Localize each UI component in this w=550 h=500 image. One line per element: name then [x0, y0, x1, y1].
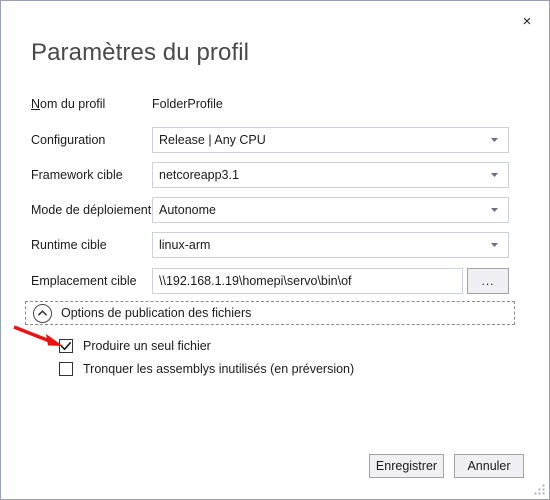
profile-settings-dialog: × Paramètres du profil Nom du profil Fol…: [0, 0, 550, 500]
checkbox-box: [59, 362, 73, 376]
file-publish-options-label: Options de publication des fichiers: [61, 306, 252, 320]
deployment-mode-row: Mode de déploiement Autonome: [31, 197, 509, 223]
profile-name-label-rest: om du profil: [40, 97, 106, 111]
deployment-mode-dropdown[interactable]: Autonome: [152, 197, 509, 223]
checkbox-trim-assemblies-label: Tronquer les assemblys inutilisés (en pr…: [83, 362, 355, 376]
framework-value: netcoreapp3.1: [159, 168, 239, 182]
resize-grip[interactable]: [533, 483, 546, 496]
chevron-down-icon: [485, 208, 503, 212]
deployment-mode-value: Autonome: [159, 203, 216, 217]
checkbox-box: [59, 339, 73, 353]
framework-dropdown[interactable]: netcoreapp3.1: [152, 162, 509, 188]
checkbox-single-file-label: Produire un seul fichier: [83, 339, 211, 353]
cancel-button[interactable]: Annuler: [454, 454, 524, 478]
checkbox-trim-assemblies[interactable]: Tronquer les assemblys inutilisés (en pr…: [59, 361, 354, 377]
chevron-down-icon: [485, 243, 503, 247]
target-location-input[interactable]: \\192.168.1.19\homepi\servo\bin\of: [152, 268, 463, 294]
target-location-value: \\192.168.1.19\homepi\servo\bin\of: [159, 274, 352, 288]
chevron-down-icon: [485, 138, 503, 142]
close-icon[interactable]: ×: [512, 8, 542, 34]
framework-row: Framework cible netcoreapp3.1: [31, 162, 509, 188]
configuration-row: Configuration Release | Any CPU: [31, 127, 509, 153]
profile-name-accesskey: N: [31, 97, 41, 111]
file-publish-options-expander[interactable]: Options de publication des fichiers: [25, 301, 515, 325]
chevron-up-circle-icon: [33, 303, 52, 323]
configuration-dropdown[interactable]: Release | Any CPU: [152, 127, 509, 153]
target-location-row: Emplacement cible \\192.168.1.19\homepi\…: [31, 268, 509, 294]
target-location-label: Emplacement cible: [31, 274, 137, 288]
framework-label: Framework cible: [31, 168, 123, 182]
chevron-down-icon: [485, 173, 503, 177]
profile-name-label: Nom du profil: [31, 97, 152, 111]
runtime-label: Runtime cible: [31, 238, 107, 252]
deployment-mode-label: Mode de déploiement: [31, 203, 152, 217]
runtime-row: Runtime cible linux-arm: [31, 232, 509, 258]
browse-button[interactable]: ...: [467, 268, 509, 294]
checkbox-single-file[interactable]: Produire un seul fichier: [59, 338, 211, 354]
runtime-value: linux-arm: [159, 238, 211, 252]
page-title: Paramètres du profil: [31, 39, 250, 66]
configuration-label: Configuration: [31, 133, 106, 147]
profile-name-value: FolderProfile: [152, 97, 223, 111]
save-button[interactable]: Enregistrer: [369, 454, 444, 478]
configuration-value: Release | Any CPU: [159, 133, 266, 147]
runtime-dropdown[interactable]: linux-arm: [152, 232, 509, 258]
profile-name-row: Nom du profil FolderProfile: [31, 93, 223, 115]
